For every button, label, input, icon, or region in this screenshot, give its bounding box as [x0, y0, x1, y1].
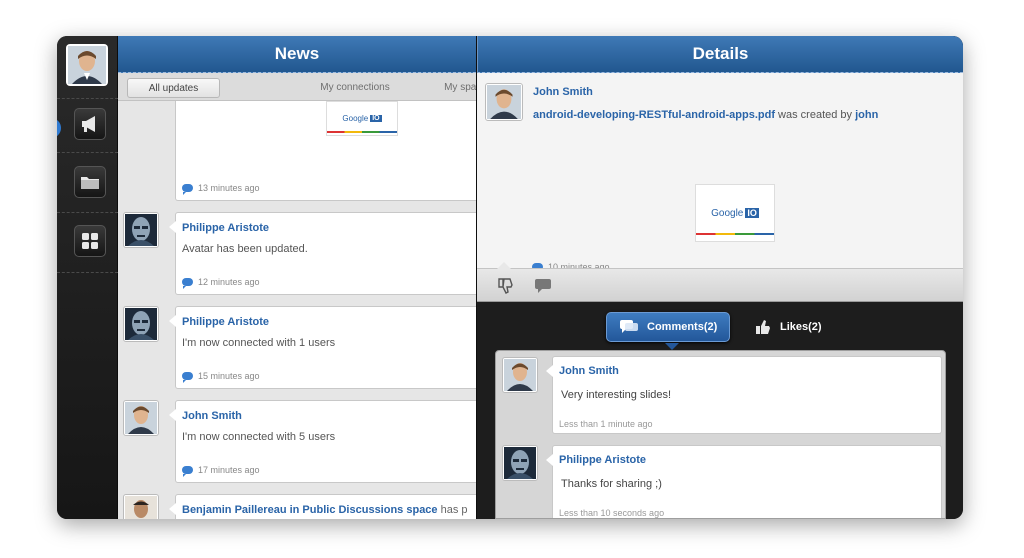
apps-button[interactable]	[74, 225, 106, 257]
tablet-frame: News All updates My connections My space…	[57, 36, 963, 519]
comment-author[interactable]: John Smith	[559, 365, 619, 377]
post-author[interactable]: John Smith	[533, 86, 593, 98]
user-avatar[interactable]	[66, 44, 108, 86]
file-link[interactable]: android-developing-RESTful-android-apps.…	[533, 109, 775, 121]
comments-icon	[619, 319, 639, 335]
avatar[interactable]	[502, 445, 538, 481]
tab-likes[interactable]: Likes(2)	[742, 312, 834, 342]
comments-list[interactable]: John Smith Very interesting slides! Less…	[495, 350, 946, 519]
tab-my-connections[interactable]: My connections	[300, 78, 410, 98]
avatar[interactable]	[502, 357, 538, 393]
list-item[interactable]: John Smith I'm now connected with 5 user…	[169, 400, 476, 483]
avatar[interactable]	[123, 212, 159, 248]
comment-icon[interactable]	[534, 278, 552, 294]
list-item-author[interactable]: Philippe Aristote	[182, 222, 269, 234]
details-panel: Details John Smith android-developing-RE…	[476, 36, 963, 519]
grid-icon	[81, 232, 99, 250]
list-item-time: 12 minutes ago	[182, 277, 260, 289]
list-item-author[interactable]: Benjamin Paillereau in Public Discussion…	[182, 504, 468, 516]
comment-icon[interactable]	[182, 372, 193, 383]
comment-item: John Smith Very interesting slides! Less…	[546, 356, 942, 434]
comment-text: Thanks for sharing ;)	[561, 478, 662, 490]
attachment-thumbnail[interactable]: Google IO	[695, 184, 775, 242]
list-item-message: I'm now connected with 1 users	[182, 337, 336, 349]
avatar[interactable]	[123, 306, 159, 342]
news-filter-tabs: All updates My connections My spaces	[118, 73, 492, 101]
comment-time: Less than 1 minute ago	[559, 419, 653, 429]
comment-author[interactable]: Philippe Aristote	[559, 454, 646, 466]
list-item[interactable]: Philippe Aristote I'm now connected with…	[169, 306, 476, 389]
tab-all-updates[interactable]: All updates	[127, 78, 220, 98]
megaphone-icon	[80, 115, 100, 133]
comment-icon	[182, 184, 193, 195]
post-actions	[477, 262, 963, 302]
list-item-author[interactable]: Philippe Aristote	[182, 316, 269, 328]
list-item-time: 15 minutes ago	[182, 371, 260, 383]
avatar[interactable]	[123, 400, 159, 436]
thumbs-down-icon[interactable]	[497, 277, 515, 295]
attachment-thumbnail: Google IO	[326, 101, 398, 136]
comment-text: Very interesting slides!	[561, 389, 672, 401]
post-summary: android-developing-RESTful-android-apps.…	[533, 109, 879, 121]
comment-icon[interactable]	[182, 278, 193, 289]
list-item-message: Avatar has been updated.	[182, 243, 308, 255]
list-item-time: 13 minutes ago	[182, 183, 260, 195]
thumbs-up-icon	[754, 318, 772, 336]
news-header: News	[118, 36, 476, 73]
list-item-time: 17 minutes ago	[182, 465, 260, 477]
avatar[interactable]	[485, 83, 523, 121]
comment-time: Less than 10 seconds ago	[559, 508, 665, 518]
post-detail: John Smith android-developing-RESTful-an…	[477, 73, 963, 274]
avatar[interactable]	[123, 494, 159, 519]
creator-link[interactable]: john	[855, 109, 878, 121]
list-item[interactable]: Benjamin Paillereau in Public Discussion…	[169, 494, 476, 519]
comment-item: Philippe Aristote Thanks for sharing ;) …	[546, 445, 942, 518]
comment-icon[interactable]	[182, 466, 193, 477]
list-item[interactable]: Philippe Aristote Avatar has been update…	[169, 212, 476, 295]
news-panel: News All updates My connections My space…	[118, 36, 492, 519]
list-item-message: I'm now connected with 5 users	[182, 431, 336, 443]
activity-feed[interactable]: Google IO 13 minutes ago Philippe Aristot…	[118, 101, 476, 519]
list-item-author[interactable]: John Smith	[182, 410, 242, 422]
tab-pointer	[665, 343, 679, 350]
active-indicator	[57, 118, 61, 138]
announcements-button[interactable]	[74, 108, 106, 140]
side-rail	[57, 36, 118, 519]
folder-icon	[80, 174, 100, 190]
details-header: Details	[477, 36, 963, 73]
documents-button[interactable]	[74, 166, 106, 198]
tab-comments[interactable]: Comments(2)	[606, 312, 731, 342]
list-item[interactable]: Google IO 13 minutes ago	[175, 101, 476, 201]
